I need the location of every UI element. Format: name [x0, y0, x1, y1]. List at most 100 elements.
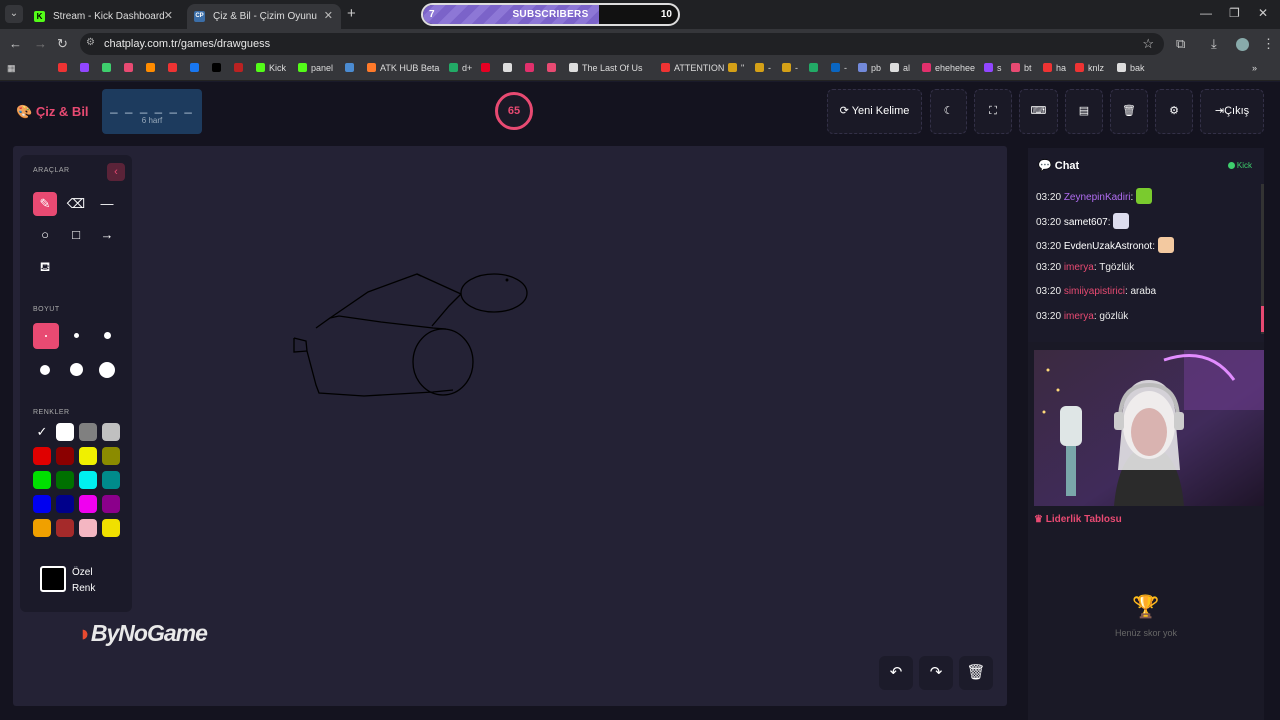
bookmark-item[interactable]: The Last Of Us — [569, 63, 643, 73]
bookmark-item[interactable]: bt — [1011, 63, 1032, 73]
color-swatch[interactable] — [102, 495, 120, 513]
delete-button[interactable]: 🗑 — [1110, 89, 1148, 134]
bookmark-item[interactable]: knlz — [1075, 63, 1104, 73]
bookmark-item[interactable] — [503, 63, 516, 73]
bookmark-item[interactable]: al — [890, 63, 910, 73]
bookmark-item[interactable]: - — [755, 63, 771, 73]
bookmark-item[interactable]: d+ — [449, 63, 472, 73]
browser-menu-icon[interactable]: ⋮ — [1262, 36, 1275, 52]
brush-tool[interactable]: ✎ — [33, 192, 57, 216]
color-swatch[interactable] — [102, 447, 120, 465]
window-close-button[interactable]: ✕ — [1258, 6, 1268, 20]
chat-username[interactable]: simiiyapistirici — [1064, 286, 1125, 297]
bookmark-item[interactable] — [146, 63, 159, 73]
bookmark-star-icon[interactable]: ☆ — [1142, 36, 1154, 52]
bookmark-item[interactable]: ATK HUB Beta — [367, 63, 439, 73]
bookmark-item[interactable]: Kick — [256, 63, 286, 73]
color-swatch[interactable] — [102, 423, 120, 441]
chat-username[interactable]: samet607 — [1064, 217, 1108, 228]
app-logo[interactable]: 🎨 Çiz & Bil — [16, 104, 89, 120]
extensions-icon[interactable]: ⧉ — [1176, 36, 1185, 52]
new-word-button[interactable]: ⟳ Yeni Kelime — [827, 89, 922, 134]
size-2-button[interactable] — [64, 323, 88, 347]
color-swatch[interactable] — [56, 447, 74, 465]
bookmark-item[interactable]: ha — [1043, 63, 1066, 73]
close-tab-icon[interactable]: ✕ — [164, 4, 173, 29]
site-info-icon[interactable]: ⚙ — [86, 37, 95, 48]
color-swatch[interactable] — [56, 519, 74, 537]
url-field[interactable]: ⚙ chatplay.com.tr/games/drawguess ☆ — [80, 33, 1164, 55]
bookmark-item[interactable] — [190, 63, 203, 73]
color-swatch[interactable] — [56, 495, 74, 513]
color-swatch[interactable] — [56, 471, 74, 489]
color-swatch[interactable] — [33, 447, 51, 465]
color-swatch[interactable] — [33, 471, 51, 489]
bookmark-item[interactable] — [212, 63, 225, 73]
bookmark-item[interactable] — [547, 63, 560, 73]
bookmark-item[interactable]: panel — [298, 63, 333, 73]
bookmark-item[interactable]: - — [782, 63, 798, 73]
bookmark-item[interactable]: ehehehee — [922, 63, 975, 73]
color-swatch[interactable] — [33, 519, 51, 537]
new-tab-button[interactable]: + — [347, 5, 356, 22]
chat-username[interactable]: ZeynepinKadiri — [1064, 192, 1131, 203]
theme-toggle-button[interactable]: ☾ — [930, 89, 967, 134]
tab-search-button[interactable]: ⌄ — [5, 5, 23, 23]
bookmark-item[interactable] — [525, 63, 538, 73]
fullscreen-button[interactable]: ⛶ — [974, 89, 1012, 134]
size-4-button[interactable] — [33, 357, 57, 381]
download-icon[interactable]: ⤓ — [1211, 36, 1217, 52]
tab-kick-dashboard[interactable]: K Stream - Kick Dashboard ✕ — [27, 4, 181, 29]
chat-scroll-thumb[interactable] — [1261, 306, 1264, 332]
archive-button[interactable]: ▤ — [1065, 89, 1103, 134]
bookmark-item[interactable] — [58, 63, 71, 73]
color-swatch[interactable] — [79, 471, 97, 489]
bookmark-item[interactable] — [481, 63, 494, 73]
bookmark-item[interactable] — [124, 63, 137, 73]
bookmark-item[interactable]: - — [831, 63, 847, 73]
bookmark-item[interactable]: pb — [858, 63, 881, 73]
redo-button[interactable]: ↷ — [919, 656, 953, 690]
keyboard-button[interactable]: ⌨ — [1019, 89, 1058, 134]
size-1-button[interactable] — [33, 323, 59, 349]
forward-button[interactable]: → — [34, 36, 47, 51]
bookmark-item[interactable]: s — [984, 63, 1002, 73]
back-button[interactable]: ← — [9, 36, 22, 51]
size-3-button[interactable] — [95, 323, 119, 347]
collapse-panel-button[interactable]: ‹ — [107, 163, 125, 181]
bookmark-item[interactable] — [809, 63, 822, 73]
clear-canvas-button[interactable]: 🗑 — [959, 656, 993, 690]
color-swatch[interactable] — [102, 519, 120, 537]
apps-icon[interactable]: ▦ — [7, 63, 16, 74]
arrow-tool[interactable]: → — [95, 223, 119, 247]
fill-tool[interactable]: ⛾ — [33, 255, 57, 279]
color-swatch[interactable] — [79, 495, 97, 513]
bookmark-item[interactable] — [102, 63, 115, 73]
undo-button[interactable]: ↶ — [879, 656, 913, 690]
reload-button[interactable]: ↻ — [57, 36, 68, 52]
chat-scrollbar[interactable] — [1261, 184, 1264, 334]
color-swatch[interactable] — [56, 423, 74, 441]
bookmark-item[interactable] — [234, 63, 247, 73]
chat-username[interactable]: EvdenUzakAstronot — [1064, 241, 1152, 252]
bookmark-item[interactable]: " — [728, 63, 744, 73]
color-swatch[interactable]: ✓ — [33, 423, 51, 441]
close-tab-icon[interactable]: ✕ — [324, 4, 333, 29]
tab-ciz-bil[interactable]: CP Çiz & Bil - Çizim Oyunu ✕ — [187, 4, 341, 29]
color-swatch[interactable] — [79, 519, 97, 537]
color-swatch[interactable] — [79, 423, 97, 441]
bookmark-item[interactable]: ATTENTION — [661, 63, 724, 73]
bookmark-item[interactable] — [345, 63, 358, 73]
bookmark-item[interactable]: bak — [1117, 63, 1145, 73]
custom-color-button[interactable]: Özel Renk — [33, 559, 121, 603]
chat-username[interactable]: imerya — [1064, 311, 1094, 322]
size-5-button[interactable] — [64, 357, 88, 381]
rectangle-tool[interactable]: □ — [64, 223, 88, 247]
settings-button[interactable]: ⚙ — [1155, 89, 1193, 134]
line-tool[interactable]: — — [95, 192, 119, 216]
size-6-button[interactable] — [95, 357, 119, 381]
chat-username[interactable]: imerya — [1064, 262, 1094, 273]
color-swatch[interactable] — [33, 495, 51, 513]
circle-tool[interactable]: ○ — [33, 223, 57, 247]
exit-button[interactable]: ⇥Çıkış — [1200, 89, 1264, 134]
